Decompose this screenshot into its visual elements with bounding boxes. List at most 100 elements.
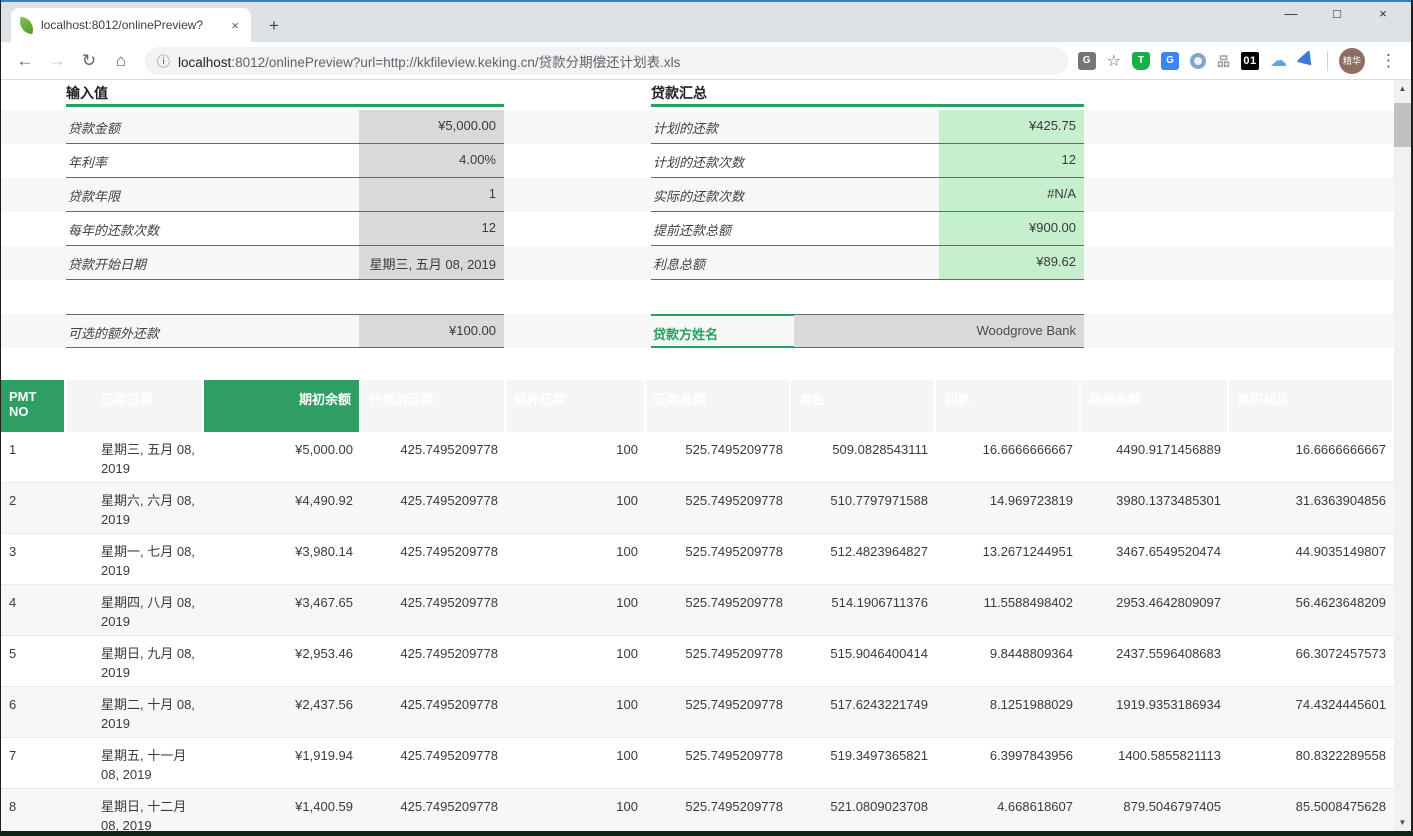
schedule-cell: 1400.5855821113 [1081, 738, 1229, 769]
scrollbar-up-icon[interactable]: ▲ [1394, 80, 1411, 97]
home-icon[interactable]: ⌂ [107, 51, 135, 71]
new-tab-button[interactable]: + [261, 16, 287, 36]
schedule-cell: 44.9035149807 [1229, 534, 1394, 565]
summary-row-label: 计划的还款次数 [651, 144, 939, 177]
browser-window: localhost:8012/onlinePreview? × + — □ × … [0, 0, 1413, 836]
schedule-cell: 80.8322289558 [1229, 738, 1394, 769]
inputs-section-title: 输入值 [66, 83, 108, 103]
summary-row-value: ¥425.75 [939, 110, 1084, 143]
browser-tab[interactable]: localhost:8012/onlinePreview? × [11, 8, 251, 42]
scrollbar-down-icon[interactable]: ▼ [1394, 814, 1411, 831]
page-info-icon[interactable]: ⓘ [157, 51, 170, 70]
schedule-cell: 8.1251988029 [936, 687, 1081, 718]
url-path: :8012/onlinePreview?url=http://kkfilevie… [231, 55, 680, 70]
summary-row-value: #N/A [939, 178, 1084, 211]
cloud-extension-icon[interactable]: ☁ [1270, 51, 1287, 71]
schedule-cell: 14.969723819 [936, 483, 1081, 514]
minimize-button[interactable]: — [1281, 6, 1301, 21]
lender-name-value: Woodgrove Bank [794, 314, 1084, 348]
inputs-table-rows: 贷款金额¥5,000.00年利率4.00%贷款年限1每年的还款次数12贷款开始日… [66, 110, 504, 280]
schedule-cell: 525.7495209778 [646, 585, 791, 616]
summary-row: 计划的还款¥425.75 [651, 110, 1084, 144]
loan-summary-underline [651, 104, 1084, 107]
url-text[interactable]: localhost:8012/onlinePreview?url=http://… [178, 51, 680, 71]
tab-close-icon[interactable]: × [227, 18, 243, 33]
vertical-scrollbar[interactable]: ▲ ▼ [1394, 80, 1411, 831]
bird-extension-icon[interactable] [1296, 50, 1318, 72]
schedule-cell: 6.3997843956 [936, 738, 1081, 769]
back-icon[interactable]: ← [11, 51, 39, 71]
input-row: 每年的还款次数12 [66, 212, 504, 246]
input-row-value: 4.00% [359, 144, 504, 177]
input-row-label: 每年的还款次数 [66, 212, 359, 245]
schedule-row: 7星期五, 十一月 08, 2019¥1,919.94425.749520977… [1, 738, 1394, 789]
schedule-cell: 74.4324445601 [1229, 687, 1394, 718]
schedule-header-cell: 额外还款 [506, 380, 646, 432]
schedule-header-cell: PMT NO [1, 380, 66, 432]
reload-icon[interactable]: ↻ [75, 51, 103, 71]
schedule-cell: 13.2671244951 [936, 534, 1081, 565]
input-row-label: 贷款金额 [66, 110, 359, 143]
counter-extension-icon[interactable]: 01 [1241, 52, 1259, 70]
address-bar[interactable]: ⓘ localhost:8012/onlinePreview?url=http:… [145, 47, 1068, 75]
schedule-cell: 425.7495209778 [361, 432, 506, 463]
schedule-cell: 525.7495209778 [646, 738, 791, 769]
lender-name-label: 贷款方姓名 [651, 314, 794, 348]
browser-menu-icon[interactable]: ⋮ [1376, 51, 1401, 71]
schedule-row: 6星期二, 十月 08, 2019¥2,437.56425.7495209778… [1, 687, 1394, 738]
schedule-cell: 100 [506, 687, 646, 718]
schedule-row: 1星期三, 五月 08, 2019¥5,000.00425.7495209778… [1, 432, 1394, 483]
schedule-table-header: PMT NO还款日期期初余额计划的还款额外还款还款总额本金利息期终余额累积利息 [1, 380, 1394, 432]
page-content: 输入值 贷款金额¥5,000.00年利率4.00%贷款年限1每年的还款次数12贷… [1, 80, 1411, 831]
bookmark-star-icon[interactable]: ☆ [1107, 51, 1121, 71]
schedule-header-cell: 利息 [936, 380, 1081, 432]
schedule-cell: 2437.5596408683 [1081, 636, 1229, 667]
schedule-cell: 425.7495209778 [361, 636, 506, 667]
schedule-cell: 5 [1, 636, 66, 667]
lender-row: 贷款方姓名 Woodgrove Bank [651, 314, 1084, 348]
sitemap-extension-icon[interactable]: 品 [1217, 51, 1230, 70]
schedule-header-cell: 期初余额 [204, 380, 361, 432]
schedule-cell: 2953.4642809097 [1081, 585, 1229, 616]
schedule-cell: ¥1,919.94 [204, 738, 361, 769]
schedule-cell: 6 [1, 687, 66, 718]
translate-extension-icon[interactable]: G [1161, 52, 1179, 70]
extra-payment-label: 可选的额外还款 [66, 314, 359, 348]
schedule-cell: ¥2,953.46 [204, 636, 361, 667]
schedule-cell: 3467.6549520474 [1081, 534, 1229, 565]
translate-page-icon[interactable]: G [1078, 52, 1096, 70]
schedule-cell: 星期四, 八月 08, 2019 [66, 585, 204, 635]
close-button[interactable]: × [1373, 6, 1393, 21]
forward-icon: → [43, 51, 71, 71]
schedule-cell: 515.9046400414 [791, 636, 936, 667]
schedule-row: 3星期一, 七月 08, 2019¥3,980.14425.7495209778… [1, 534, 1394, 585]
circle-extension-icon[interactable] [1190, 53, 1206, 69]
schedule-cell: 星期日, 十二月 08, 2019 [66, 789, 204, 831]
summary-row-label: 计划的还款 [651, 110, 939, 143]
window-controls: — □ × [1281, 6, 1407, 21]
profile-avatar[interactable]: 精华 [1339, 48, 1365, 74]
schedule-cell: 星期五, 十一月 08, 2019 [66, 738, 204, 788]
schedule-header-cell: 期终余额 [1081, 380, 1229, 432]
tampermonkey-extension-icon[interactable]: T [1132, 52, 1150, 70]
schedule-row: 5星期日, 九月 08, 2019¥2,953.46425.7495209778… [1, 636, 1394, 687]
schedule-cell: 1919.9353186934 [1081, 687, 1229, 718]
schedule-cell: 525.7495209778 [646, 636, 791, 667]
schedule-cell: 31.6363904856 [1229, 483, 1394, 514]
schedule-cell: 星期日, 九月 08, 2019 [66, 636, 204, 686]
schedule-cell: ¥5,000.00 [204, 432, 361, 463]
schedule-cell: 85.5008475628 [1229, 789, 1394, 820]
maximize-button[interactable]: □ [1327, 6, 1347, 21]
schedule-cell: 517.6243221749 [791, 687, 936, 718]
scrollbar-thumb[interactable] [1394, 103, 1411, 147]
schedule-cell: 星期一, 七月 08, 2019 [66, 534, 204, 584]
input-row: 贷款年限1 [66, 178, 504, 212]
schedule-table-body: 1星期三, 五月 08, 2019¥5,000.00425.7495209778… [1, 432, 1394, 831]
summary-row: 利息总额¥89.62 [651, 246, 1084, 280]
schedule-cell: 100 [506, 432, 646, 463]
schedule-cell: 425.7495209778 [361, 789, 506, 820]
summary-row: 实际的还款次数#N/A [651, 178, 1084, 212]
summary-area: 输入值 贷款金额¥5,000.00年利率4.00%贷款年限1每年的还款次数12贷… [1, 80, 1394, 380]
input-row-label: 年利率 [66, 144, 359, 177]
schedule-cell: 525.7495209778 [646, 483, 791, 514]
